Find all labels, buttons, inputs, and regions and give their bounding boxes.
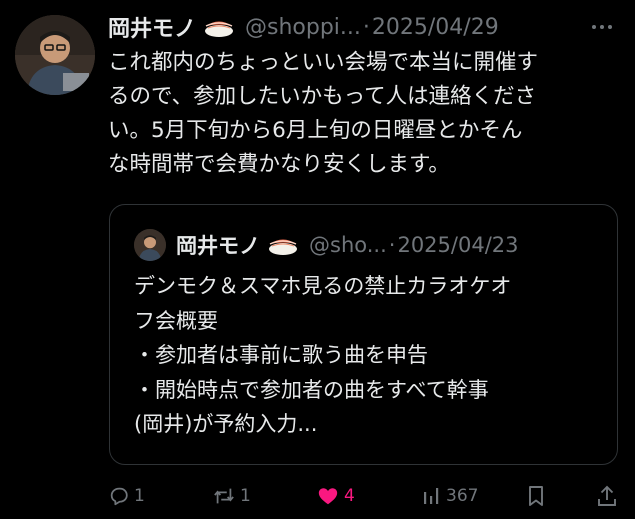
bookmark-button[interactable] bbox=[526, 484, 546, 508]
reply-count: 1 bbox=[134, 486, 145, 506]
more-icon[interactable] bbox=[590, 10, 614, 44]
author-avatar[interactable] bbox=[15, 15, 95, 95]
separator-dot: · bbox=[362, 14, 370, 40]
author-handle[interactable]: @shoppi... bbox=[245, 15, 361, 40]
tweet-text-line: これ都内のちょっといい会場で本当に開催す bbox=[108, 50, 539, 75]
quoted-author-name: 岡井モノ bbox=[176, 234, 260, 258]
reply-icon bbox=[110, 487, 128, 506]
reply-button[interactable]: 1 bbox=[108, 485, 145, 507]
repost-count: 1 bbox=[240, 486, 251, 506]
views-icon bbox=[424, 488, 439, 504]
quoted-tweet[interactable]: 岡井モノ @sho... · 2025/04/23 デンモク＆スマホ見るの禁止カ… bbox=[109, 204, 618, 465]
like-icon bbox=[318, 488, 338, 505]
view-count: 367 bbox=[446, 486, 479, 506]
tweet-text: これ都内のちょっといい会場で本当に開催す るので、参加したいかもって人は連絡くだ… bbox=[108, 46, 623, 182]
quoted-text-line: デンモク＆スマホ見るの禁止カラオケオ bbox=[134, 274, 512, 298]
repost-icon bbox=[214, 488, 234, 504]
quoted-avatar-photo bbox=[134, 229, 166, 261]
avatar-photo bbox=[15, 15, 95, 95]
like-button[interactable]: 4 bbox=[316, 485, 355, 507]
separator-dot: · bbox=[388, 233, 396, 257]
quoted-text-line: (岡井)が予約入力... bbox=[134, 412, 318, 436]
share-button[interactable] bbox=[596, 484, 618, 508]
quoted-text-line: フ会概要 bbox=[134, 308, 218, 333]
quoted-author-handle: @sho... bbox=[309, 233, 387, 257]
tweet-date[interactable]: 2025/04/29 bbox=[372, 15, 499, 40]
tweet-text-line: るので、参加したいかもって人は連絡くださ bbox=[108, 84, 537, 109]
repost-button[interactable]: 1 bbox=[212, 485, 251, 507]
views-button[interactable]: 367 bbox=[422, 485, 478, 507]
sushi-emoji-icon bbox=[203, 16, 235, 38]
quoted-text: デンモク＆スマホ見るの禁止カラオケオ フ会概要 ・参加者は事前に歌う曲を申告 ・… bbox=[134, 269, 604, 442]
quoted-text-line: ・開始時点で参加者の曲をすべて幹事 bbox=[134, 377, 489, 402]
tweet-text-line: な時間帯で会費かなり安くします。 bbox=[108, 152, 450, 177]
sushi-emoji-icon bbox=[267, 234, 299, 256]
like-count: 4 bbox=[344, 486, 355, 506]
tweet-header: 岡井モノ @shoppi... · 2025/04/29 bbox=[108, 10, 620, 44]
bookmark-icon bbox=[529, 486, 543, 506]
quoted-text-line: ・参加者は事前に歌う曲を申告 bbox=[134, 343, 428, 367]
action-bar: 1 1 4 367 bbox=[108, 480, 623, 512]
share-icon bbox=[598, 485, 616, 506]
quoted-author-avatar bbox=[134, 229, 166, 261]
author-name[interactable]: 岡井モノ bbox=[108, 11, 196, 43]
quoted-date: 2025/04/23 bbox=[397, 233, 519, 257]
quoted-header: 岡井モノ @sho... · 2025/04/23 bbox=[176, 227, 606, 263]
tweet-text-line: い。5月下旬から6月上旬の日曜昼とかそん bbox=[108, 118, 523, 143]
